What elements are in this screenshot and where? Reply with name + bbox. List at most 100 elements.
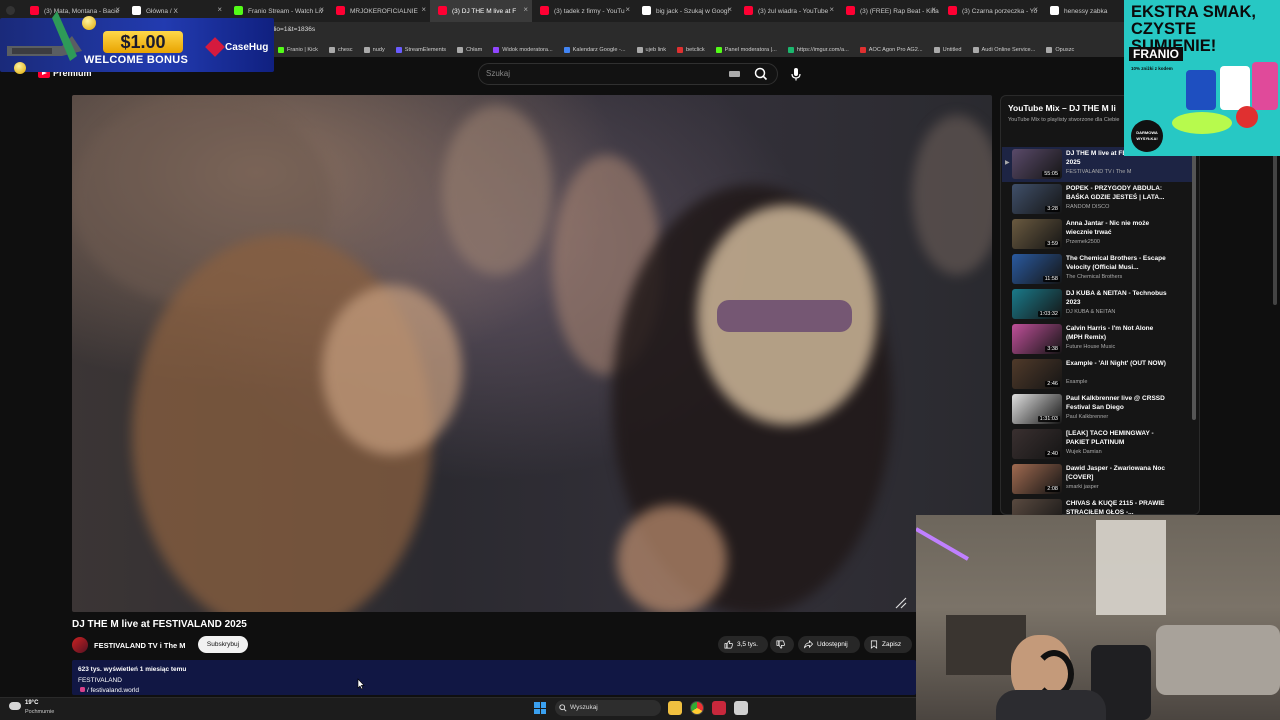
video-figure <box>322 285 462 455</box>
bookmark-item[interactable]: Widok moderatora... <box>493 46 553 53</box>
playlist-item-title[interactable]: [LEAK] TACO HEMINGWAY - PAKIET PLATINUM <box>1066 429 1170 447</box>
video-player[interactable] <box>72 95 992 612</box>
playlist-item[interactable]: 3:59 Anna Jantar - Nic nie może wiecznie … <box>1002 217 1196 252</box>
playlist-item[interactable]: 2:46 Example - 'All Night' (OUT NOW) Examp… <box>1002 357 1196 392</box>
bookmark-item[interactable]: Untitled <box>933 46 962 53</box>
playlist-thumbnail[interactable]: 3:59 <box>1012 219 1062 249</box>
bookmark-item[interactable]: Audi Online Service... <box>972 46 1035 53</box>
tab-close-icon[interactable]: × <box>523 5 528 14</box>
bookmark-item[interactable]: Kalendarz Google -... <box>563 46 626 53</box>
bookmark-item[interactable]: nudy <box>363 46 385 53</box>
playlist-item[interactable]: 1:03:32 DJ KUBA & NEITAN - Technobus 2023… <box>1002 287 1196 322</box>
playlist-item[interactable]: 3:28 POPEK - PRZYGODY ABDULA: BAŚKA GDZIE… <box>1002 182 1196 217</box>
like-button[interactable]: 3,5 tys. <box>718 636 768 653</box>
playlist-thumbnail[interactable]: 1:03:32 <box>1012 289 1062 319</box>
playlist-item-channel: Example <box>1066 379 1088 385</box>
browser-tab[interactable]: big jack - Szukaj w Googl × <box>634 0 736 22</box>
playlist-thumbnail[interactable]: 1:31:03 <box>1012 394 1062 424</box>
bookmark-item[interactable]: chesc <box>328 46 353 53</box>
file-explorer-icon[interactable] <box>668 701 682 715</box>
bookmark-item[interactable]: ujeb link <box>636 46 667 53</box>
playlist-scrollbar[interactable] <box>1192 150 1196 420</box>
bookmark-favicon-icon <box>563 46 570 53</box>
playlist-thumbnail[interactable]: 3:28 <box>1012 184 1062 214</box>
cloud-icon[interactable] <box>9 702 21 710</box>
playlist-item[interactable]: 11:58 The Chemical Brothers - Escape Velo… <box>1002 252 1196 287</box>
playlist-thumbnail[interactable]: 2:08 <box>1012 464 1062 494</box>
now-playing-icon: ▶ <box>1005 160 1010 166</box>
playlist-item-title[interactable]: Paul Kalkbrenner live @ CRSSD Festival S… <box>1066 394 1170 412</box>
tab-close-icon[interactable]: × <box>931 5 936 14</box>
bookmark-label: ujeb link <box>645 46 667 53</box>
channel-name[interactable]: FESTIVALAND TV i The M <box>94 641 186 650</box>
playlist-thumbnail[interactable]: 2:40 <box>1012 429 1062 459</box>
bookmark-item[interactable]: https://imgur.com/a... <box>787 46 849 53</box>
playlist-item[interactable]: 2:08 Dawid Jasper - Zwariowana Noc [COVER… <box>1002 462 1196 497</box>
playlist-item[interactable]: 3:38 Calvin Harris - I'm Not Alone (MPH R… <box>1002 322 1196 357</box>
microphone-icon[interactable] <box>788 66 804 82</box>
playlist-thumbnail[interactable]: 2:46 <box>1012 359 1062 389</box>
keyboard-icon[interactable] <box>729 71 740 77</box>
playlist-item-title[interactable]: Example - 'All Night' (OUT NOW) <box>1066 359 1170 368</box>
browser-tab[interactable]: (3) DJ THE M live at F × <box>430 0 532 22</box>
browser-tab[interactable]: MRJOKEROFICIALNIE × <box>328 0 430 22</box>
bookmark-favicon-icon <box>363 46 370 53</box>
tab-favicon-icon <box>744 6 753 15</box>
playlist-item-title[interactable]: DJ KUBA & NEITAN - Technobus 2023 <box>1066 289 1170 307</box>
windows-start-icon[interactable] <box>534 702 546 714</box>
playlist-item[interactable]: 1:31:03 Paul Kalkbrenner live @ CRSSD Fes… <box>1002 392 1196 427</box>
bookmark-item[interactable]: betclick <box>677 46 705 53</box>
video-figure <box>442 105 552 275</box>
save-button[interactable]: Zapisz <box>864 636 912 653</box>
weather-description[interactable]: Pochmurnie <box>25 709 54 715</box>
bookmark-item[interactable]: Franio | Kick <box>278 46 318 53</box>
playlist-item-title[interactable]: Dawid Jasper - Zwariowana Noc [COVER] <box>1066 464 1170 482</box>
playlist-thumbnail[interactable]: 3:38 <box>1012 324 1062 354</box>
playlist-item-title[interactable]: POPEK - PRZYGODY ABDULA: BAŚKA GDZIE JES… <box>1066 184 1170 202</box>
tab-label: Główna / X <box>146 7 178 15</box>
share-button[interactable]: Udostępnij <box>798 636 860 653</box>
tab-close-icon[interactable]: × <box>421 5 426 14</box>
tab-close-icon[interactable]: × <box>217 5 222 14</box>
bookmark-item[interactable]: Panel moderatora |... <box>715 46 777 53</box>
playlist-thumbnail[interactable]: 55:05 <box>1012 149 1062 179</box>
tab-label: (3) żul wiadra - YouTube <box>758 7 829 15</box>
app-icon[interactable] <box>712 701 726 715</box>
browser-tab[interactable]: (3) tadek z firmy - YouTu × <box>532 0 634 22</box>
playlist-item-channel: Paul Kalkbrenner <box>1066 414 1109 420</box>
tab-close-icon[interactable]: × <box>625 5 630 14</box>
browser-tab[interactable]: (3) żul wiadra - YouTube × <box>736 0 838 22</box>
search-icon[interactable] <box>752 66 770 82</box>
app-icon[interactable] <box>734 701 748 715</box>
browser-tab[interactable]: (3) (FREE) Rap Beat - Kilta × <box>838 0 940 22</box>
dislike-button[interactable] <box>770 636 794 653</box>
playlist-thumbnail[interactable]: 11:58 <box>1012 254 1062 284</box>
tab-close-icon[interactable]: × <box>829 5 834 14</box>
mouse-cursor-icon <box>357 678 365 690</box>
playlist-item-channel: FESTIVALAND TV i The M <box>1066 169 1132 175</box>
weather-temperature[interactable]: 19°C <box>25 700 38 706</box>
tab-close-icon[interactable]: × <box>115 5 120 14</box>
browser-tab[interactable]: (3) Czarna porzeczka - Yo × <box>940 0 1042 22</box>
search-input[interactable]: Szukaj <box>486 69 510 78</box>
bookmark-icon <box>870 640 878 649</box>
bookmark-item[interactable]: AOC Agon Pro AG2... <box>859 46 923 53</box>
description-link[interactable]: / festivaland.world <box>80 687 139 694</box>
playlist-item-title[interactable]: The Chemical Brothers - Escape Velocity … <box>1066 254 1170 272</box>
fullscreen-corner-icon[interactable] <box>895 597 907 609</box>
description-box[interactable] <box>72 660 916 695</box>
bookmark-item[interactable]: Opuszc <box>1046 46 1074 53</box>
tab-close-icon[interactable]: × <box>1033 5 1038 14</box>
channel-avatar[interactable] <box>72 637 88 653</box>
chrome-icon[interactable] <box>690 701 704 715</box>
tab-close-icon[interactable]: × <box>727 5 732 14</box>
playlist-item-channel: Future House Music <box>1066 344 1116 350</box>
playlist-item-title[interactable]: Anna Jantar - Nic nie może wiecznie trwa… <box>1066 219 1170 237</box>
subscribe-button[interactable]: Subskrybuj <box>198 636 248 653</box>
playlist-item-channel: DJ KUBA & NEITAN <box>1066 309 1116 315</box>
tab-close-icon[interactable]: × <box>319 5 324 14</box>
bookmark-item[interactable]: Chłam <box>457 46 482 53</box>
playlist-item-title[interactable]: Calvin Harris - I'm Not Alone (MPH Remix… <box>1066 324 1170 342</box>
bookmark-item[interactable]: StreamElements <box>395 46 446 53</box>
playlist-item[interactable]: 2:40 [LEAK] TACO HEMINGWAY - PAKIET PLATI… <box>1002 427 1196 462</box>
